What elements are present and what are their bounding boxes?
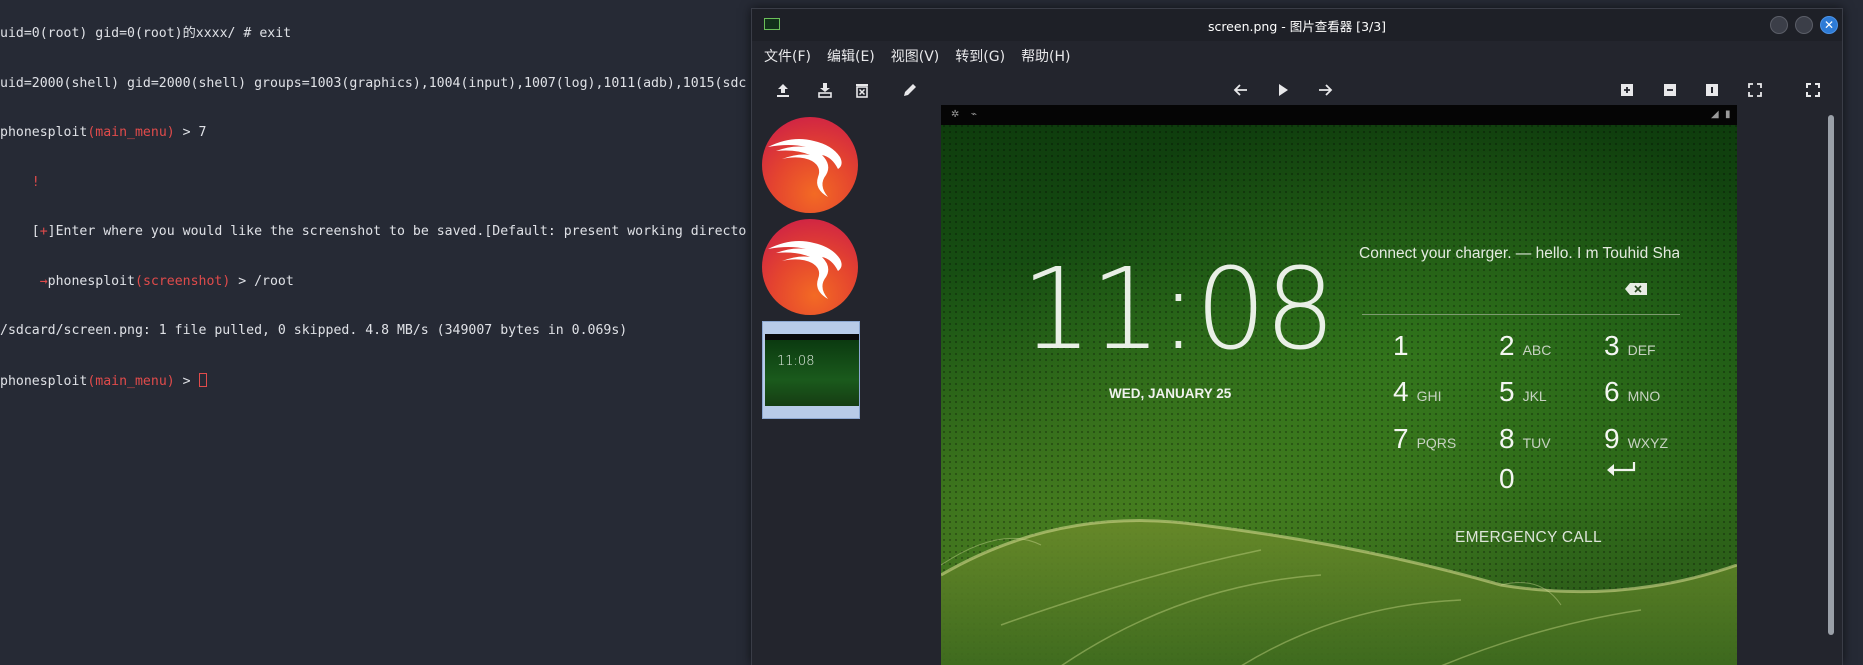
thumbnail-kali-2[interactable]: [762, 219, 858, 315]
terminal-line: /sdcard/screen.png: 1 file pulled, 0 ski…: [0, 323, 628, 338]
close-icon: ✕: [1823, 18, 1835, 32]
zoom-out-icon: [1664, 84, 1676, 96]
pin-key-3[interactable]: 3 DEF: [1604, 330, 1656, 362]
play-icon: [1279, 84, 1288, 96]
terminal[interactable]: uid=0(root) gid=0(root)的xxxx/ # exit uid…: [0, 0, 760, 665]
kali-logo-icon: [762, 219, 858, 315]
lockscreen-clock: 11:08: [1021, 245, 1336, 375]
maximize-button[interactable]: [1795, 16, 1813, 34]
image-canvas[interactable]: ✲ ⌁ ◢ ▮ 11:08 WED, JANUARY 25 Connect yo…: [941, 105, 1737, 665]
pin-key-6[interactable]: 6 MNO: [1604, 376, 1660, 408]
usb-icon: ⌁: [971, 109, 978, 120]
zoom-out-button[interactable]: [1657, 77, 1683, 103]
pin-key-7[interactable]: 7 PQRS: [1393, 423, 1456, 455]
minimize-button[interactable]: [1770, 16, 1788, 34]
thumbnail-time: 11:08: [777, 354, 815, 369]
prompt-context: (screenshot): [134, 273, 231, 289]
menu-file[interactable]: 文件(F): [764, 46, 811, 66]
vertical-scrollbar[interactable]: [1826, 107, 1836, 665]
app-icon: [764, 18, 780, 30]
emergency-call-button[interactable]: EMERGENCY CALL: [1455, 529, 1602, 547]
pin-key-4[interactable]: 4 GHI: [1393, 376, 1441, 408]
fit-icon: [1748, 83, 1762, 97]
prompt-context: (main_menu): [87, 125, 175, 140]
notification-icon: ✲: [951, 109, 960, 120]
delete-icon: [856, 84, 868, 98]
fullscreen-icon: [1806, 83, 1820, 97]
thumbnail-screenshot[interactable]: 11:08: [762, 321, 860, 419]
prompt-name: phonesploit: [0, 125, 88, 140]
battery-icon: ▮: [1725, 109, 1731, 120]
fit-button[interactable]: [1742, 77, 1768, 103]
kali-logo-icon: [762, 117, 858, 213]
menu-edit[interactable]: 编辑(E): [827, 46, 875, 66]
terminal-line: uid=0(root) gid=0(root)的xxxx/ # exit: [0, 26, 292, 41]
terminal-line: !: [0, 174, 40, 190]
image-viewer-window: screen.png - 图片查看器 [3/3] ✕ 文件(F) 编辑(E) 视…: [751, 8, 1843, 665]
pin-entry-line: [1362, 314, 1680, 315]
save-icon: [818, 83, 832, 98]
menu-help[interactable]: 帮助(H): [1021, 46, 1070, 66]
thumbnail-strip: 11:08: [756, 109, 862, 665]
lockscreen-date: WED, JANUARY 25: [1109, 386, 1232, 401]
pin-key-1[interactable]: 1: [1393, 330, 1417, 362]
menu-go[interactable]: 转到(G): [955, 46, 1005, 66]
pin-key-5[interactable]: 5 JKL: [1499, 376, 1547, 408]
back-icon: [1233, 84, 1247, 96]
zoom-in-button[interactable]: [1614, 77, 1640, 103]
forward-icon: [1319, 84, 1333, 96]
edit-button[interactable]: [897, 77, 923, 103]
thumbnail-kali-1[interactable]: [762, 117, 858, 213]
title-bar[interactable]: screen.png - 图片查看器 [3/3] ✕: [752, 9, 1842, 41]
next-button[interactable]: [1312, 77, 1338, 103]
command-text: >: [174, 373, 199, 389]
upload-button[interactable]: [770, 77, 796, 103]
enter-icon[interactable]: [1604, 460, 1638, 478]
play-button[interactable]: [1270, 77, 1296, 103]
fullscreen-button[interactable]: [1800, 77, 1826, 103]
upload-icon: [777, 84, 789, 97]
delete-button[interactable]: [849, 77, 875, 103]
terminal-line: [+]Enter where you would like the screen…: [0, 224, 760, 241]
terminal-line: phonesploit(main_menu) >: [0, 372, 760, 390]
android-status-bar: ✲ ⌁ ◢ ▮: [941, 105, 1737, 125]
arrow-icon: →: [0, 273, 48, 289]
prompt-context: (main_menu): [87, 373, 175, 389]
terminal-cursor: [198, 372, 207, 387]
terminal-line: uid=2000(shell) gid=2000(shell) groups=1…: [0, 75, 747, 91]
scrollbar-thumb[interactable]: [1828, 115, 1834, 635]
save-button[interactable]: [812, 77, 838, 103]
pin-key-2[interactable]: 2 ABC: [1499, 330, 1551, 362]
prompt-name: phonesploit: [47, 273, 135, 289]
toolbar: [752, 71, 1842, 109]
signal-icon: ◢: [1711, 109, 1719, 120]
pin-key-0[interactable]: 0: [1499, 463, 1523, 495]
command-text: > /root: [230, 273, 294, 289]
previous-button[interactable]: [1228, 77, 1254, 103]
close-button[interactable]: ✕: [1820, 16, 1838, 34]
menu-bar: 文件(F) 编辑(E) 视图(V) 转到(G) 帮助(H): [752, 41, 1842, 71]
message-text: ]Enter where you would like the screensh…: [47, 224, 747, 239]
terminal-line: →phonesploit(screenshot) > /root: [0, 274, 760, 291]
edit-icon: [904, 84, 916, 96]
zoom-100-button[interactable]: [1699, 77, 1725, 103]
owner-info-text: Connect your charger. — hello. I m Touhi…: [1359, 245, 1679, 262]
zoom-100-icon: [1706, 84, 1718, 96]
thumbnail-image: 11:08: [765, 334, 859, 406]
bracket-open: [: [0, 224, 40, 239]
terminal-line: phonesploit(main_menu) > 7: [0, 125, 760, 142]
pin-key-9[interactable]: 9 WXYZ: [1604, 423, 1668, 455]
pin-key-8[interactable]: 8 TUV: [1499, 423, 1551, 455]
zoom-in-icon: [1621, 84, 1633, 96]
window-title: screen.png - 图片查看器 [3/3]: [1207, 18, 1387, 34]
menu-view[interactable]: 视图(V): [891, 46, 940, 66]
command-text: > 7: [174, 125, 207, 140]
prompt-name: phonesploit: [0, 373, 88, 389]
plus-marker: +: [39, 224, 48, 239]
backspace-icon[interactable]: [1624, 282, 1648, 296]
